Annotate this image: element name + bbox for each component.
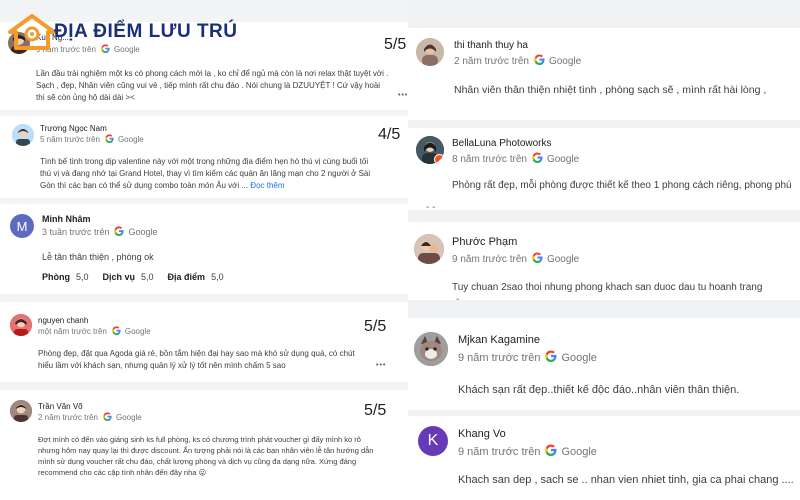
google-label: Google (128, 227, 158, 237)
avatar[interactable]: K (418, 426, 448, 456)
review-time: 5 năm trước trên (40, 135, 100, 144)
review-text: Phòng đẹp, đặt qua Agoda giá rẻ, bồn tắm… (38, 349, 355, 370)
more-options-icon[interactable]: ••• (376, 362, 386, 369)
google-label: Google (546, 153, 580, 165)
review-text: Lễ tân thân thiện , phòng ok (42, 252, 154, 262)
review-card: Trương Ngọc Nam 5 năm trước trên Google … (0, 116, 408, 198)
reviewer-name[interactable]: Minh Nhâm (42, 214, 91, 224)
review-score: 5/5 (364, 318, 387, 335)
review-text: Khach san dep , sach se .. nhan vien nhi… (458, 474, 794, 486)
reviewer-name[interactable]: Mjkan Kagamine (458, 334, 540, 346)
avatar[interactable] (10, 314, 32, 336)
google-icon (534, 54, 545, 68)
subscore-room: Phòng 5,0 (42, 272, 89, 282)
avatar[interactable] (10, 400, 32, 422)
google-icon (103, 412, 112, 423)
google-icon (105, 134, 114, 145)
google-label: Google (546, 253, 580, 265)
right-review-column: thi thanh thuy ha 2 năm trước trên Googl… (408, 0, 800, 500)
review-time: 9 năm trước trên (458, 445, 541, 458)
review-score: 5/5 (384, 36, 407, 53)
house-pin-icon (8, 14, 56, 50)
review-text: Lần đầu trải nghiệm một ks có phong cách… (36, 69, 389, 102)
review-card: Trần Văn Võ 2 năm trước trên Google 5/5 … (0, 390, 408, 500)
review-time: 9 năm trước trên (458, 351, 541, 364)
google-icon (532, 152, 543, 166)
divider: - - (426, 202, 436, 210)
review-meta: 5 năm trước trên Google (40, 134, 144, 145)
review-card: nguyen chanh một năm trước trên Google 5… (0, 302, 408, 382)
review-meta: 2 năm trước trên Google (38, 412, 142, 423)
review-card: BellaLuna Photoworks 8 năm trước trên Go… (408, 128, 800, 210)
google-label: Google (561, 445, 597, 458)
review-time: một năm trước trên (38, 327, 107, 336)
review-score: 5/5 (364, 402, 387, 419)
review-card: Mjkan Kagamine 9 năm trước trên Google K… (408, 318, 800, 410)
reviewer-name[interactable]: Trương Ngọc Nam (40, 124, 107, 133)
more-options-icon[interactable]: ••• (398, 92, 408, 99)
local-guide-badge-icon (434, 154, 444, 164)
read-more-link[interactable]: Đọc thêm (250, 181, 284, 190)
review-time: 3 tuần trước trên (42, 227, 110, 237)
review-card: K Khang Vo 9 năm trước trên Google Khach… (408, 416, 800, 500)
review-card: M Minh Nhâm 3 tuần trước trên Google Lễ … (0, 204, 408, 294)
review-text: Phòng rất đẹp, mỗi phòng được thiết kế t… (452, 180, 792, 191)
brand-logo[interactable]: ĐỊA ĐIỂM LƯU TRÚ (6, 14, 238, 50)
google-icon (114, 226, 125, 238)
avatar[interactable]: M (10, 214, 34, 238)
avatar[interactable] (414, 332, 448, 366)
reviewer-name[interactable]: nguyen chanh (38, 316, 88, 325)
avatar[interactable] (12, 124, 34, 146)
review-text: Khách sạn rất đẹp..thiết kế độc đáo..nhâ… (458, 384, 740, 396)
review-text: Nhân viên thân thiện nhiệt tình , phòng … (454, 84, 767, 96)
avatar[interactable] (416, 38, 444, 66)
review-text: Tình bế tình trong dịp valentine này với… (40, 156, 380, 192)
reviewer-name[interactable]: Khang Vo (458, 428, 506, 440)
review-card: thi thanh thuy ha 2 năm trước trên Googl… (408, 28, 800, 120)
review-meta: 2 năm trước trên Google (454, 54, 581, 68)
google-icon (112, 326, 121, 337)
review-score: 4/5 (378, 126, 401, 143)
left-review-column: Kuy Ng... 9 năm trước trên Google 5/5 Lầ… (0, 0, 408, 500)
review-text: Tuy chuan 2sao thoi nhung phong khach sa… (452, 282, 763, 293)
google-icon (545, 350, 557, 365)
google-label: Google (117, 135, 144, 144)
review-meta: 9 năm trước trên Google (452, 252, 579, 266)
google-icon (532, 252, 543, 266)
reviewer-name[interactable]: Trần Văn Võ (38, 402, 83, 411)
avatar[interactable] (414, 234, 444, 264)
reviewer-name[interactable]: BellaLuna Photoworks (452, 138, 552, 149)
divider: - (456, 294, 460, 300)
review-card: Phước Phạm 9 năm trước trên Google Tuy c… (408, 222, 800, 300)
reviewer-name[interactable]: thi thanh thuy ha (454, 40, 528, 51)
review-meta: 8 năm trước trên Google (452, 152, 579, 166)
google-label: Google (561, 351, 597, 364)
reviewer-name[interactable]: Phước Phạm (452, 236, 517, 248)
review-time: 9 năm trước trên (452, 253, 527, 265)
avatar[interactable] (416, 136, 444, 164)
review-meta: 9 năm trước trên Google (458, 350, 597, 365)
google-icon (545, 444, 557, 459)
review-time: 2 năm trước trên (38, 413, 98, 422)
subscore-row: Phòng 5,0 Dịch vụ 5,0 Địa điểm 5,0 (42, 272, 224, 282)
google-label: Google (124, 327, 151, 336)
google-label: Google (115, 413, 142, 422)
review-meta: 3 tuần trước trên Google (42, 226, 158, 238)
review-meta: một năm trước trên Google (38, 326, 151, 337)
subscore-location: Địa điểm 5,0 (167, 272, 224, 282)
review-time: 2 năm trước trên (454, 55, 529, 67)
review-time: 8 năm trước trên (452, 153, 527, 165)
subscore-service: Dịch vụ 5,0 (102, 272, 154, 282)
google-label: Google (548, 55, 582, 67)
review-text: Đợt mình có đến vào giáng sinh ks full p… (38, 435, 374, 477)
review-text-body: Tình bế tình trong dịp valentine này với… (40, 157, 371, 190)
brand-name: ĐỊA ĐIỂM LƯU TRÚ (54, 21, 238, 42)
review-meta: 9 năm trước trên Google (458, 444, 597, 459)
